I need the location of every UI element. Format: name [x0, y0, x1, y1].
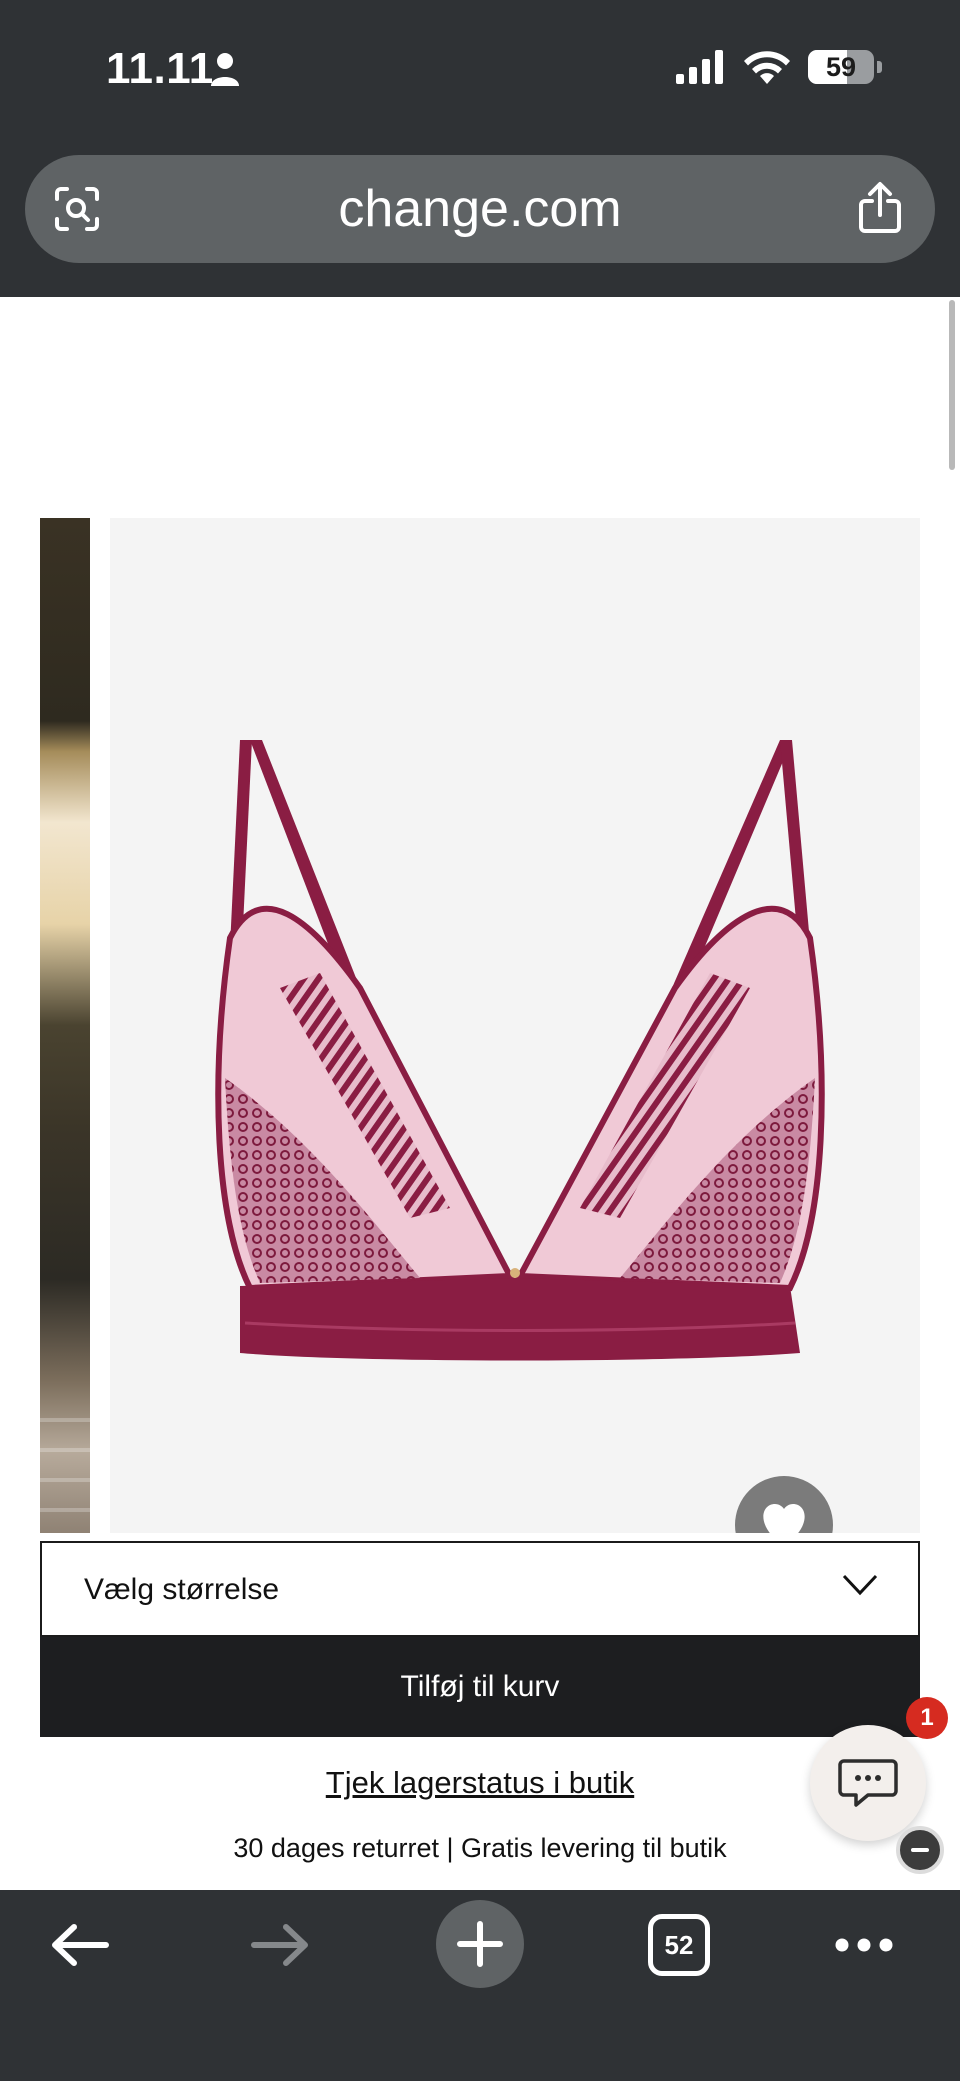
- purchase-panel: Vælg størrelse Tilføj til kurv Tjek lage…: [0, 1533, 960, 1890]
- battery-tip: [877, 61, 882, 73]
- decor-stripe: [40, 1508, 90, 1512]
- browser-bottom-toolbar: 52: [0, 1890, 960, 2081]
- address-bar[interactable]: change.com: [25, 155, 935, 263]
- decor-stripe: [40, 1478, 90, 1482]
- url-text[interactable]: change.com: [25, 179, 935, 239]
- arrow-right-icon: [251, 1924, 308, 1966]
- size-select[interactable]: Vælg størrelse: [40, 1541, 920, 1637]
- share-icon[interactable]: [855, 181, 905, 235]
- back-button[interactable]: [40, 1890, 120, 2000]
- status-time: 11.11: [106, 44, 214, 93]
- chat-icon: [838, 1759, 898, 1807]
- browser-top-chrome: 11.11 59 change.com: [0, 0, 960, 297]
- battery-level: 59: [825, 52, 857, 82]
- product-main-image[interactable]: [110, 518, 920, 1533]
- page-scrollbar[interactable]: [949, 300, 955, 470]
- add-to-cart-button[interactable]: Tilføj til kurv: [40, 1637, 920, 1737]
- chat-notification-badge: 1: [906, 1697, 948, 1739]
- decor-stripe: [40, 1448, 90, 1452]
- battery-icon: 59: [808, 50, 874, 84]
- product-gallery-previous-image[interactable]: [40, 518, 90, 1533]
- plus-icon: [457, 1921, 503, 1967]
- forward-button[interactable]: [240, 1890, 320, 2000]
- delivery-info: 30 dages returret | Gratis levering til …: [233, 1833, 727, 1863]
- more-dots-icon: [835, 1938, 893, 1952]
- arrow-left-icon: [52, 1924, 109, 1966]
- new-tab-button[interactable]: [436, 1900, 524, 1988]
- chat-button[interactable]: [810, 1725, 926, 1841]
- chevron-down-icon: [842, 1574, 878, 1596]
- wifi-icon: [744, 51, 790, 84]
- tab-switcher-button[interactable]: 52: [648, 1914, 710, 1976]
- size-select-label: Vælg størrelse: [84, 1573, 280, 1606]
- chat-minimize-button[interactable]: [896, 1826, 944, 1874]
- person-icon: [211, 53, 239, 86]
- decor-stripe: [40, 1418, 90, 1422]
- more-menu-button[interactable]: [824, 1890, 904, 2000]
- signal-icon: [676, 50, 723, 84]
- bra-illustration: [215, 740, 825, 1361]
- status-icons: 59: [676, 50, 882, 84]
